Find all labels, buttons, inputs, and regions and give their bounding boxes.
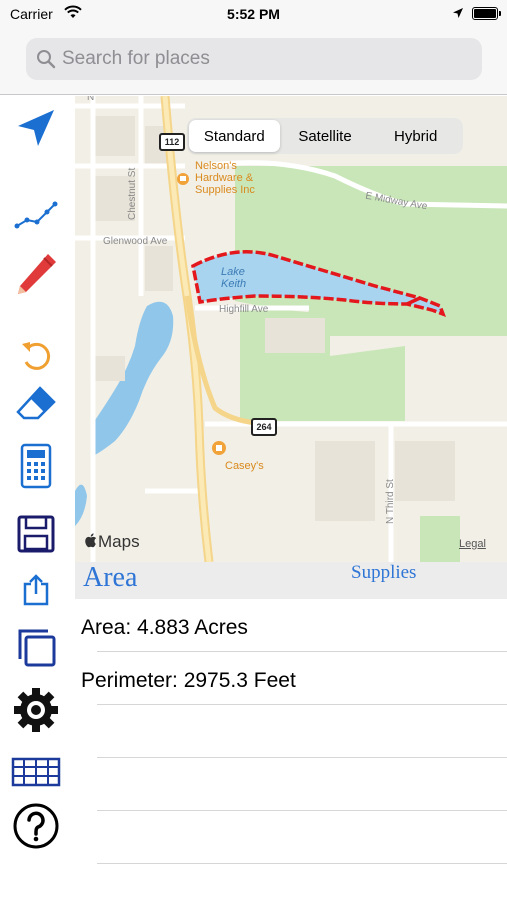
search-header bbox=[0, 28, 507, 95]
street-label-chestnut: Chestnut St bbox=[127, 167, 138, 220]
maps-attribution-text: Maps bbox=[98, 532, 140, 551]
poi-label-caseys[interactable]: Casey's bbox=[225, 460, 264, 472]
search-icon bbox=[37, 50, 56, 69]
lake-label: Lake Keith bbox=[221, 266, 247, 290]
result-row bbox=[75, 705, 507, 758]
line-graph-button[interactable] bbox=[8, 190, 64, 238]
row-divider bbox=[97, 863, 507, 864]
save-icon bbox=[17, 515, 55, 553]
line-graph-icon bbox=[14, 201, 58, 229]
share-button[interactable] bbox=[8, 566, 64, 614]
undo-button[interactable] bbox=[8, 332, 64, 380]
map-view[interactable]: N Chestnut St Glenwood Ave Highfill Ave … bbox=[75, 96, 507, 562]
help-icon bbox=[13, 803, 59, 849]
pencil-icon bbox=[18, 254, 56, 294]
location-services-icon bbox=[453, 8, 463, 18]
perimeter-value: Perimeter: 2975.3 Feet bbox=[81, 669, 296, 692]
area-value: Area: 4.883 Acres bbox=[81, 616, 248, 639]
map-type-hybrid[interactable]: Hybrid bbox=[370, 120, 461, 152]
result-row: Perimeter: 2975.3 Feet bbox=[75, 652, 507, 705]
clock: 5:52 PM bbox=[227, 6, 280, 22]
legal-link[interactable]: Legal bbox=[459, 538, 486, 550]
apple-logo-icon bbox=[85, 533, 97, 548]
map-type-segmented-control: Standard Satellite Hybrid bbox=[187, 118, 463, 154]
map-type-standard[interactable]: Standard bbox=[189, 120, 280, 152]
settings-button[interactable] bbox=[8, 686, 64, 734]
save-button[interactable] bbox=[8, 510, 64, 558]
street-label-third: N Third St bbox=[385, 479, 396, 524]
results-title: Area bbox=[83, 562, 138, 593]
undo-icon bbox=[22, 342, 51, 370]
table-button[interactable] bbox=[8, 748, 64, 796]
copy-button[interactable] bbox=[8, 624, 64, 672]
result-row: Area: 4.883 Acres bbox=[75, 599, 507, 652]
result-row bbox=[75, 811, 507, 864]
location-arrow-icon bbox=[18, 110, 54, 146]
route-shield-112: 112 bbox=[159, 133, 185, 151]
map-type-satellite[interactable]: Satellite bbox=[280, 120, 371, 152]
poi-label-nelsons[interactable]: Nelson's Hardware & Supplies Inc bbox=[195, 160, 273, 196]
copy-icon bbox=[18, 629, 56, 667]
street-label-partial: N bbox=[87, 96, 95, 103]
results-header: Area Supplies bbox=[75, 562, 507, 599]
battery-icon bbox=[472, 7, 501, 20]
supplies-link[interactable]: Supplies bbox=[351, 562, 416, 584]
draw-button[interactable] bbox=[8, 250, 64, 298]
map-base bbox=[75, 96, 507, 562]
street-label-glenwood: Glenwood Ave bbox=[103, 236, 168, 247]
search-input[interactable] bbox=[62, 38, 472, 80]
table-icon bbox=[11, 757, 61, 787]
location-button[interactable] bbox=[8, 104, 64, 152]
share-icon bbox=[23, 574, 49, 606]
eraser-icon bbox=[16, 386, 56, 420]
street-label-highfill: Highfill Ave bbox=[219, 304, 269, 315]
gear-icon bbox=[14, 688, 58, 732]
maps-attribution: Maps bbox=[85, 532, 140, 552]
calculator-button[interactable] bbox=[8, 442, 64, 490]
tool-sidebar bbox=[0, 96, 75, 900]
search-box[interactable] bbox=[26, 38, 482, 80]
eraser-button[interactable] bbox=[8, 379, 64, 427]
result-row bbox=[75, 758, 507, 811]
status-bar: Carrier 5:52 PM bbox=[0, 0, 507, 28]
help-button[interactable] bbox=[8, 802, 64, 850]
calculator-icon bbox=[20, 443, 52, 489]
route-shield-264: 264 bbox=[251, 418, 277, 436]
